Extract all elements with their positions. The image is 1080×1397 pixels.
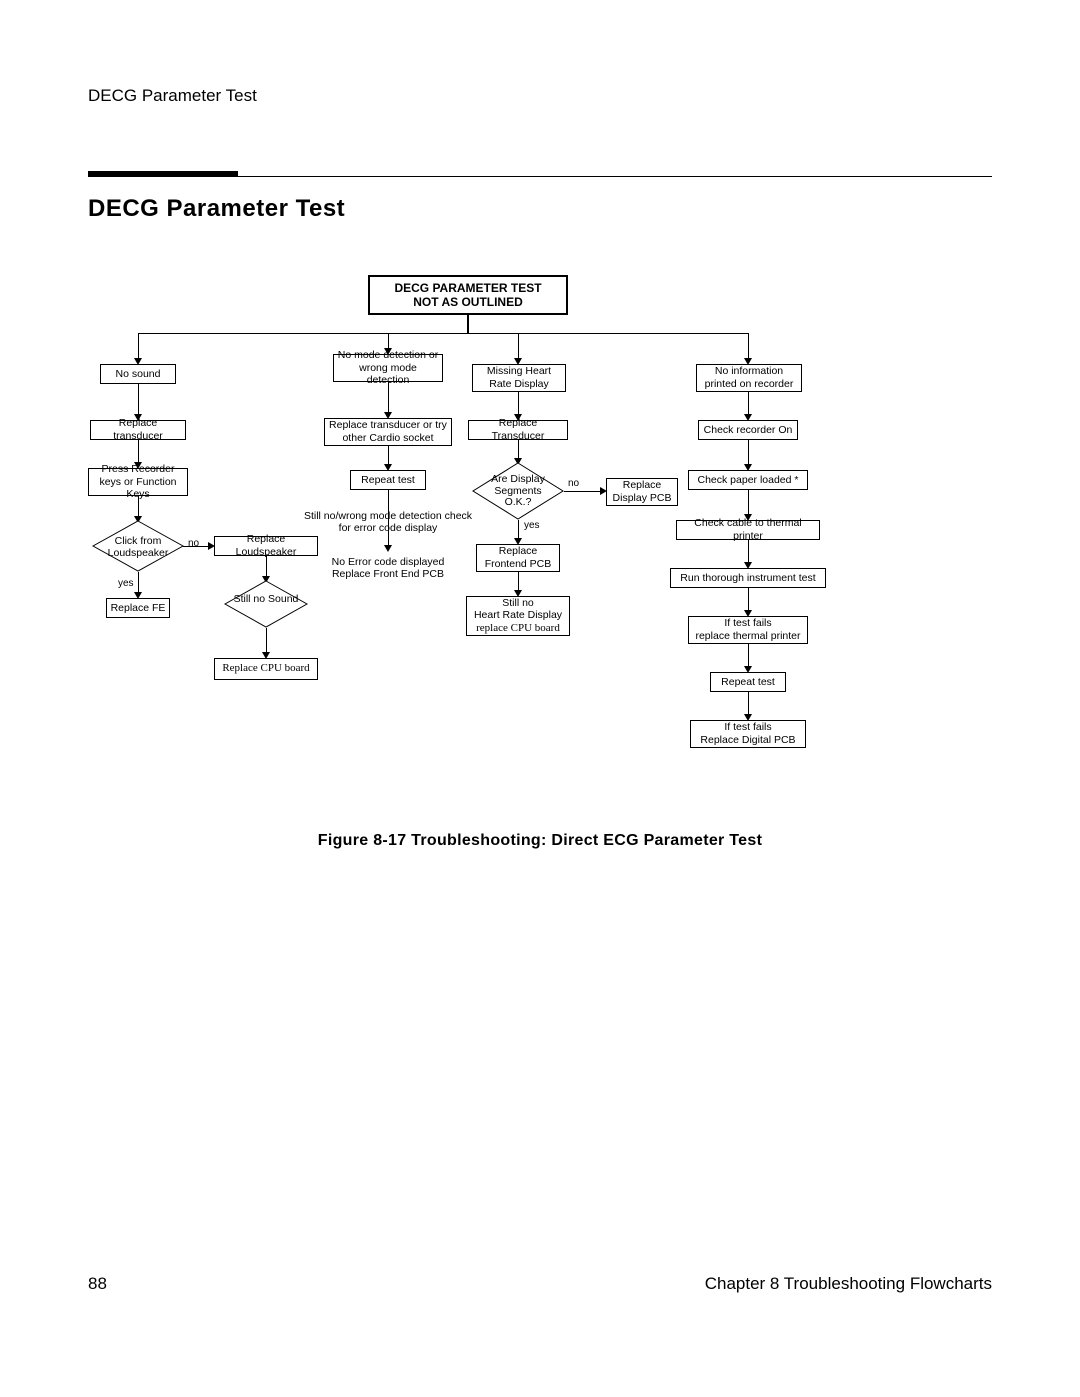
c3-missing-hr: Missing Heart Rate Display — [472, 364, 566, 392]
page-title: DECG Parameter Test — [88, 195, 345, 223]
c2-note1: Still no/wrong mode detection check for … — [303, 510, 473, 534]
c3-d1c: O.K.? — [473, 497, 563, 509]
c2-replace-transducer: Replace transducer or try other Cardio s… — [324, 418, 452, 446]
c3-n5b: Heart Rate Display — [474, 609, 562, 622]
c4-fail-replace-printer: If test fails replace thermal printer — [688, 616, 808, 644]
running-head: DECG Parameter Test — [88, 86, 257, 106]
c1-replace-transducer: Replace transducer — [90, 420, 186, 440]
c1-press-keys: Press Recorder keys or Function Keys — [88, 468, 188, 496]
c3-d1-no: no — [568, 478, 579, 489]
c3-n5c: replace CPU board — [474, 622, 562, 635]
chapter-label: Chapter 8 Troubleshooting Flowcharts — [705, 1274, 992, 1294]
flow-root-line1: DECG PARAMETER TEST — [394, 281, 541, 295]
c4-check-paper: Check paper loaded * — [688, 470, 808, 490]
c4-check-on: Check recorder On — [698, 420, 798, 440]
c1-diamond-stillno-label: Still no Sound — [226, 594, 306, 606]
c2-note2b: Replace Front End PCB — [303, 568, 473, 580]
c1-diamond-click-label: Click from Loudspeaker — [98, 536, 178, 559]
c4-n8a: If test fails — [700, 721, 795, 734]
flow-root: DECG PARAMETER TEST NOT AS OUTLINED — [368, 275, 568, 315]
c3-d1-yes: yes — [524, 520, 540, 531]
c4-check-cable: Check cable to thermal printer — [676, 520, 820, 540]
c4-run-test: Run thorough instrument test — [670, 568, 826, 588]
c1-replace-cpu: Replace CPU board — [214, 658, 318, 680]
c3-replace-display-pcb: Replace Display PCB — [606, 478, 678, 506]
flow-root-line2: NOT AS OUTLINED — [394, 295, 541, 309]
c3-replace-transducer: Replace Transducer — [468, 420, 568, 440]
c3-still-no-hr: Still no Heart Rate Display replace CPU … — [466, 596, 570, 636]
c1-no-sound: No sound — [100, 364, 176, 384]
c2-repeat-test: Repeat test — [350, 470, 426, 490]
c4-repeat-test: Repeat test — [710, 672, 786, 692]
c3-d1-label: Are Display Segments O.K.? — [473, 474, 563, 509]
c4-n6b: replace thermal printer — [695, 630, 800, 643]
c3-n5a: Still no — [474, 597, 562, 610]
c4-n8b: Replace Digital PCB — [700, 734, 795, 747]
c1-replace-fe: Replace FE — [106, 598, 170, 618]
c4-n6a: If test fails — [695, 617, 800, 630]
c1-replace-loudspeaker: Replace Loudspeaker — [214, 536, 318, 556]
c2-note2a: No Error code displayed — [303, 556, 473, 568]
c3-replace-frontend: Replace Frontend PCB — [476, 544, 560, 572]
c4-no-info: No information printed on recorder — [696, 364, 802, 392]
c2-no-mode: No mode detection or wrong mode detectio… — [333, 354, 443, 382]
c1-d1-yes: yes — [118, 578, 134, 589]
page-number: 88 — [88, 1274, 107, 1294]
flowchart: DECG PARAMETER TEST NOT AS OUTLINED No s… — [88, 260, 992, 820]
c2-note2: No Error code displayed Replace Front En… — [303, 556, 473, 580]
figure-caption: Figure 8-17 Troubleshooting: Direct ECG … — [0, 832, 1080, 850]
c4-fail-replace-digital: If test fails Replace Digital PCB — [690, 720, 806, 748]
c3-d1a: Are Display — [473, 474, 563, 486]
c1-d1-no: no — [188, 538, 199, 549]
